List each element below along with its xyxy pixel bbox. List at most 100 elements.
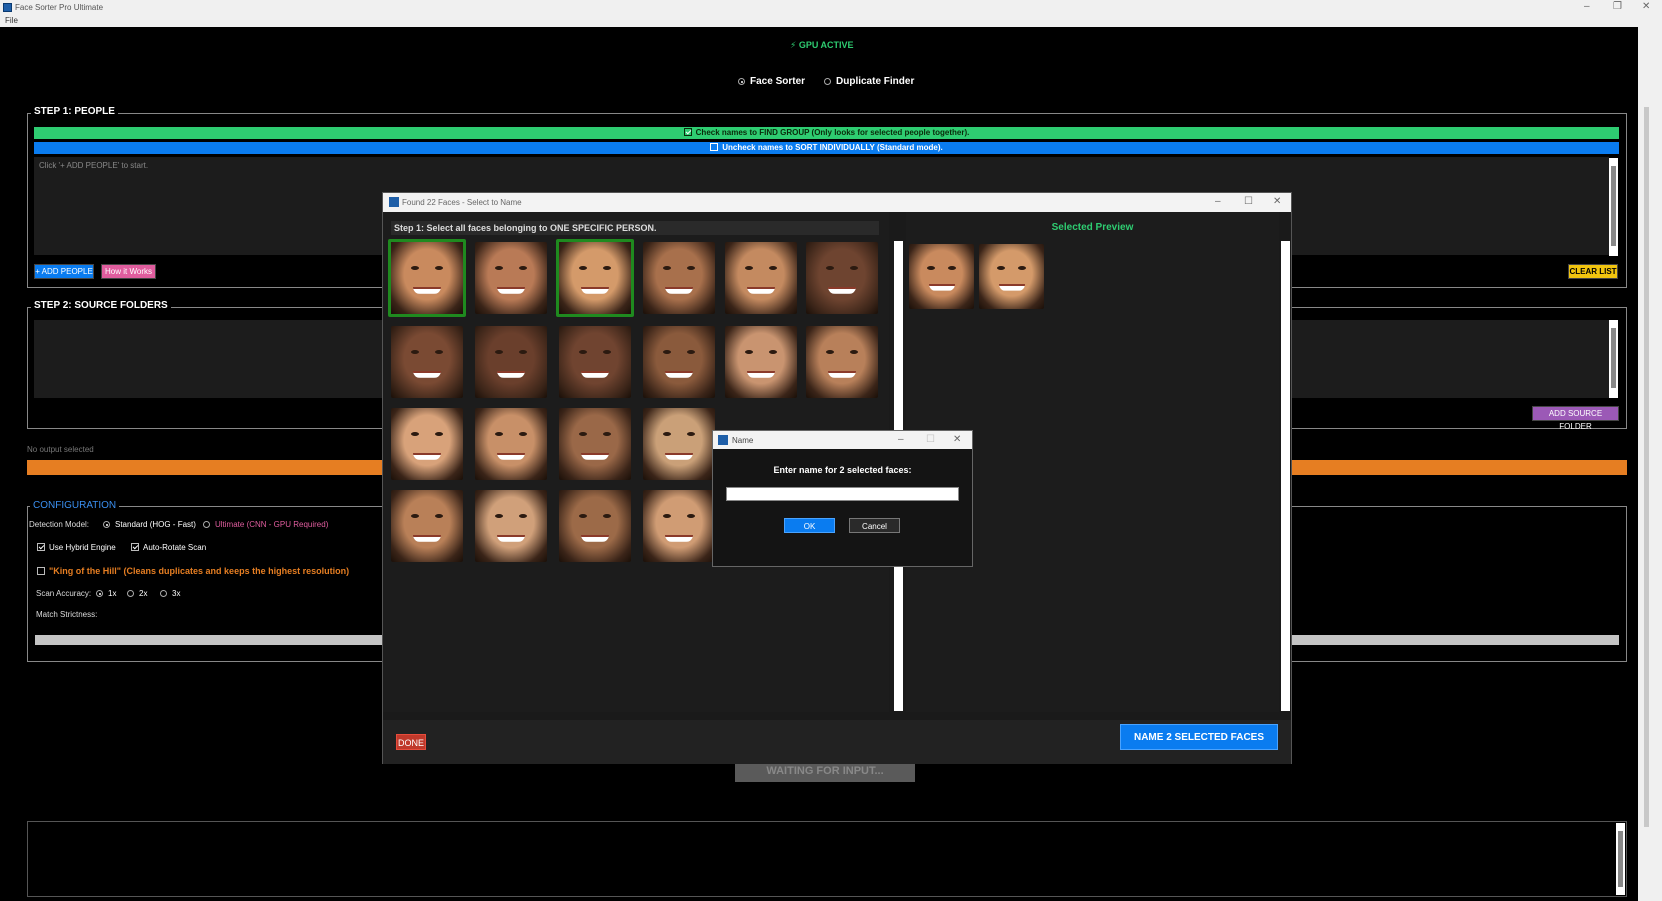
detection-standard-label: Standard (HOG - Fast) bbox=[115, 520, 196, 529]
king-of-hill-label: "King of the Hill" (Cleans duplicates an… bbox=[49, 566, 350, 576]
scan-accuracy-1x-label: 1x bbox=[108, 589, 117, 598]
detection-standard[interactable]: Standard (HOG - Fast) bbox=[103, 520, 196, 529]
face-thumbnail[interactable] bbox=[391, 326, 463, 398]
face-thumbnail[interactable] bbox=[475, 326, 547, 398]
face-thumbnail[interactable] bbox=[806, 326, 878, 398]
detection-ultimate-label: Ultimate (CNN - GPU Required) bbox=[215, 520, 329, 529]
menu-file[interactable]: File bbox=[5, 16, 18, 25]
face-thumbnail[interactable] bbox=[806, 242, 878, 314]
faces-dialog-title: Found 22 Faces - Select to Name bbox=[402, 198, 522, 207]
cancel-button[interactable]: Cancel bbox=[849, 518, 900, 533]
clear-list-button[interactable]: CLEAR LIST bbox=[1568, 264, 1618, 279]
radio-icon[interactable] bbox=[96, 590, 103, 597]
checkbox-icon[interactable] bbox=[37, 567, 45, 575]
ok-button[interactable]: OK bbox=[784, 518, 835, 533]
scan-accuracy-3x[interactable]: 3x bbox=[160, 589, 180, 598]
face-thumbnail[interactable] bbox=[391, 408, 463, 480]
step1-title: STEP 1: PEOPLE bbox=[31, 106, 118, 117]
faces-dialog-footer: DONE NAME 2 SELECTED FACES bbox=[383, 720, 1291, 764]
maximize-icon[interactable]: ☐ bbox=[1244, 196, 1253, 207]
config-title: CONFIGURATION bbox=[30, 500, 120, 511]
selected-face-preview bbox=[909, 244, 974, 309]
radio-icon[interactable] bbox=[127, 590, 134, 597]
main-scrollbar-thumb[interactable] bbox=[1644, 107, 1649, 827]
radio-icon[interactable] bbox=[103, 521, 110, 528]
gpu-status: ⚡ GPU ACTIVE bbox=[790, 40, 854, 50]
radio-icon[interactable] bbox=[824, 78, 831, 85]
scan-accuracy-2x[interactable]: 2x bbox=[127, 589, 147, 598]
maximize-icon: ☐ bbox=[926, 434, 935, 445]
banner-find-group-label: Check names to FIND GROUP (Only looks fo… bbox=[695, 128, 970, 137]
face-thumbnail[interactable] bbox=[559, 408, 631, 480]
close-icon[interactable]: ✕ bbox=[1642, 1, 1650, 12]
detection-ultimate[interactable]: Ultimate (CNN - GPU Required) bbox=[203, 520, 328, 529]
banner-sort-individually: Uncheck names to SORT INDIVIDUALLY (Stan… bbox=[34, 142, 1619, 154]
face-thumbnail[interactable] bbox=[643, 408, 715, 480]
face-thumbnail[interactable] bbox=[388, 239, 466, 317]
mode-duplicate-finder[interactable]: Duplicate Finder bbox=[824, 76, 914, 87]
checkbox-icon[interactable] bbox=[37, 543, 45, 551]
banner-sort-individually-label: Uncheck names to SORT INDIVIDUALLY (Stan… bbox=[722, 143, 943, 152]
close-icon[interactable]: ✕ bbox=[1273, 196, 1281, 207]
menubar: File bbox=[0, 15, 1662, 27]
face-thumbnail[interactable] bbox=[725, 242, 797, 314]
scan-accuracy-1x[interactable]: 1x bbox=[96, 589, 116, 598]
scan-accuracy-label: Scan Accuracy: bbox=[36, 589, 92, 598]
app-icon bbox=[718, 435, 728, 445]
radio-icon[interactable] bbox=[738, 78, 745, 85]
scan-accuracy-3x-label: 3x bbox=[172, 589, 181, 598]
king-of-hill-checkbox[interactable]: "King of the Hill" (Cleans duplicates an… bbox=[37, 566, 349, 576]
name-selected-faces-button[interactable]: NAME 2 SELECTED FACES bbox=[1120, 724, 1278, 750]
face-thumbnail[interactable] bbox=[556, 239, 634, 317]
faces-step-label: Step 1: Select all faces belonging to ON… bbox=[391, 221, 879, 235]
face-thumbnail[interactable] bbox=[725, 326, 797, 398]
face-thumbnail[interactable] bbox=[391, 490, 463, 562]
preview-scrollbar[interactable] bbox=[1281, 241, 1290, 711]
face-thumbnail[interactable] bbox=[475, 408, 547, 480]
done-button[interactable]: DONE bbox=[396, 734, 426, 750]
maximize-icon[interactable]: ❐ bbox=[1613, 1, 1622, 12]
face-thumbnail[interactable] bbox=[559, 490, 631, 562]
add-people-button[interactable]: + ADD PEOPLE bbox=[34, 264, 94, 279]
close-icon[interactable]: ✕ bbox=[953, 434, 961, 445]
output-label: No output selected bbox=[27, 445, 94, 454]
face-thumbnail[interactable] bbox=[643, 490, 715, 562]
face-thumbnail[interactable] bbox=[643, 326, 715, 398]
name-dialog-title: Name bbox=[732, 436, 754, 445]
banner-find-group: Check names to FIND GROUP (Only looks fo… bbox=[34, 127, 1619, 139]
log-scrollbar-thumb[interactable] bbox=[1618, 831, 1623, 887]
name-dialog: Name – ☐ ✕ Enter name for 2 selected fac… bbox=[712, 430, 973, 567]
minimize-icon[interactable]: – bbox=[1584, 1, 1590, 12]
source-folders-scrollbar-thumb[interactable] bbox=[1611, 328, 1616, 388]
app-icon bbox=[389, 197, 399, 207]
source-folders-scrollbar[interactable] bbox=[1609, 320, 1618, 398]
person-name-input[interactable] bbox=[726, 487, 959, 501]
name-dialog-titlebar: Name – ☐ ✕ bbox=[713, 431, 972, 449]
radio-icon[interactable] bbox=[160, 590, 167, 597]
how-it-works-button[interactable]: How it Works bbox=[101, 264, 156, 279]
checkbox-icon bbox=[683, 128, 692, 136]
people-list-scrollbar-thumb[interactable] bbox=[1611, 166, 1616, 246]
minimize-icon[interactable]: – bbox=[898, 434, 904, 445]
auto-rotate-checkbox[interactable]: Auto-Rotate Scan bbox=[131, 543, 206, 552]
hybrid-engine-checkbox[interactable]: Use Hybrid Engine bbox=[37, 543, 116, 552]
people-list-scrollbar[interactable] bbox=[1609, 158, 1618, 256]
add-source-folder-button[interactable]: ADD SOURCE FOLDER bbox=[1532, 406, 1619, 431]
match-strictness-label: Match Strictness: bbox=[36, 610, 98, 619]
faces-dialog-titlebar: Found 22 Faces - Select to Name – ☐ ✕ bbox=[383, 193, 1291, 212]
mode-face-sorter[interactable]: Face Sorter bbox=[738, 76, 805, 87]
log-scrollbar[interactable] bbox=[1616, 823, 1625, 895]
main-scrollbar[interactable] bbox=[1638, 27, 1662, 901]
scan-accuracy-2x-label: 2x bbox=[139, 589, 148, 598]
mode-face-sorter-label: Face Sorter bbox=[750, 76, 806, 87]
radio-icon[interactable] bbox=[203, 521, 210, 528]
minimize-icon[interactable]: – bbox=[1215, 196, 1221, 207]
face-thumbnail[interactable] bbox=[643, 242, 715, 314]
face-thumbnail[interactable] bbox=[559, 326, 631, 398]
checkbox-icon[interactable] bbox=[131, 543, 139, 551]
auto-rotate-label: Auto-Rotate Scan bbox=[143, 543, 207, 552]
hybrid-engine-label: Use Hybrid Engine bbox=[49, 543, 116, 552]
face-thumbnail[interactable] bbox=[475, 242, 547, 314]
step2-title: STEP 2: SOURCE FOLDERS bbox=[31, 300, 171, 311]
face-thumbnail[interactable] bbox=[475, 490, 547, 562]
